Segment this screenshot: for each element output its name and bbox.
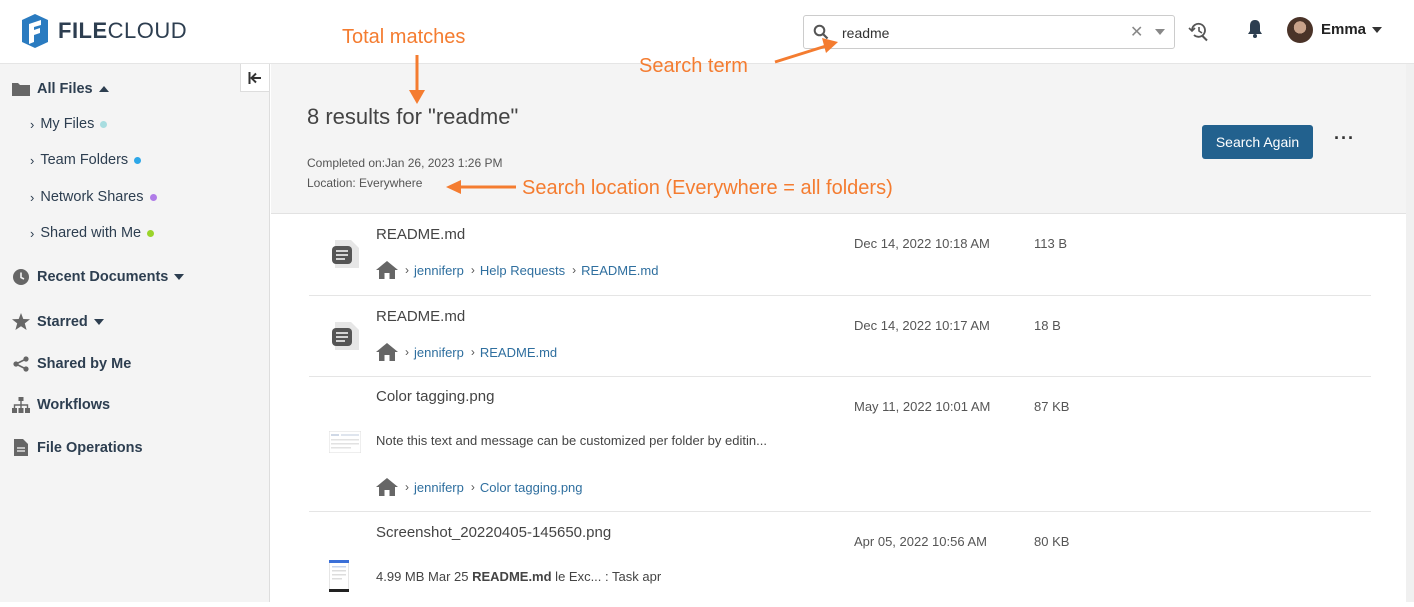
arrowhead-search-location xyxy=(446,180,461,194)
arrowhead-search-term xyxy=(822,38,838,53)
arrow-search-term xyxy=(774,44,827,64)
annotation-arrows xyxy=(409,38,838,194)
arrowhead-total-matches xyxy=(409,90,425,104)
